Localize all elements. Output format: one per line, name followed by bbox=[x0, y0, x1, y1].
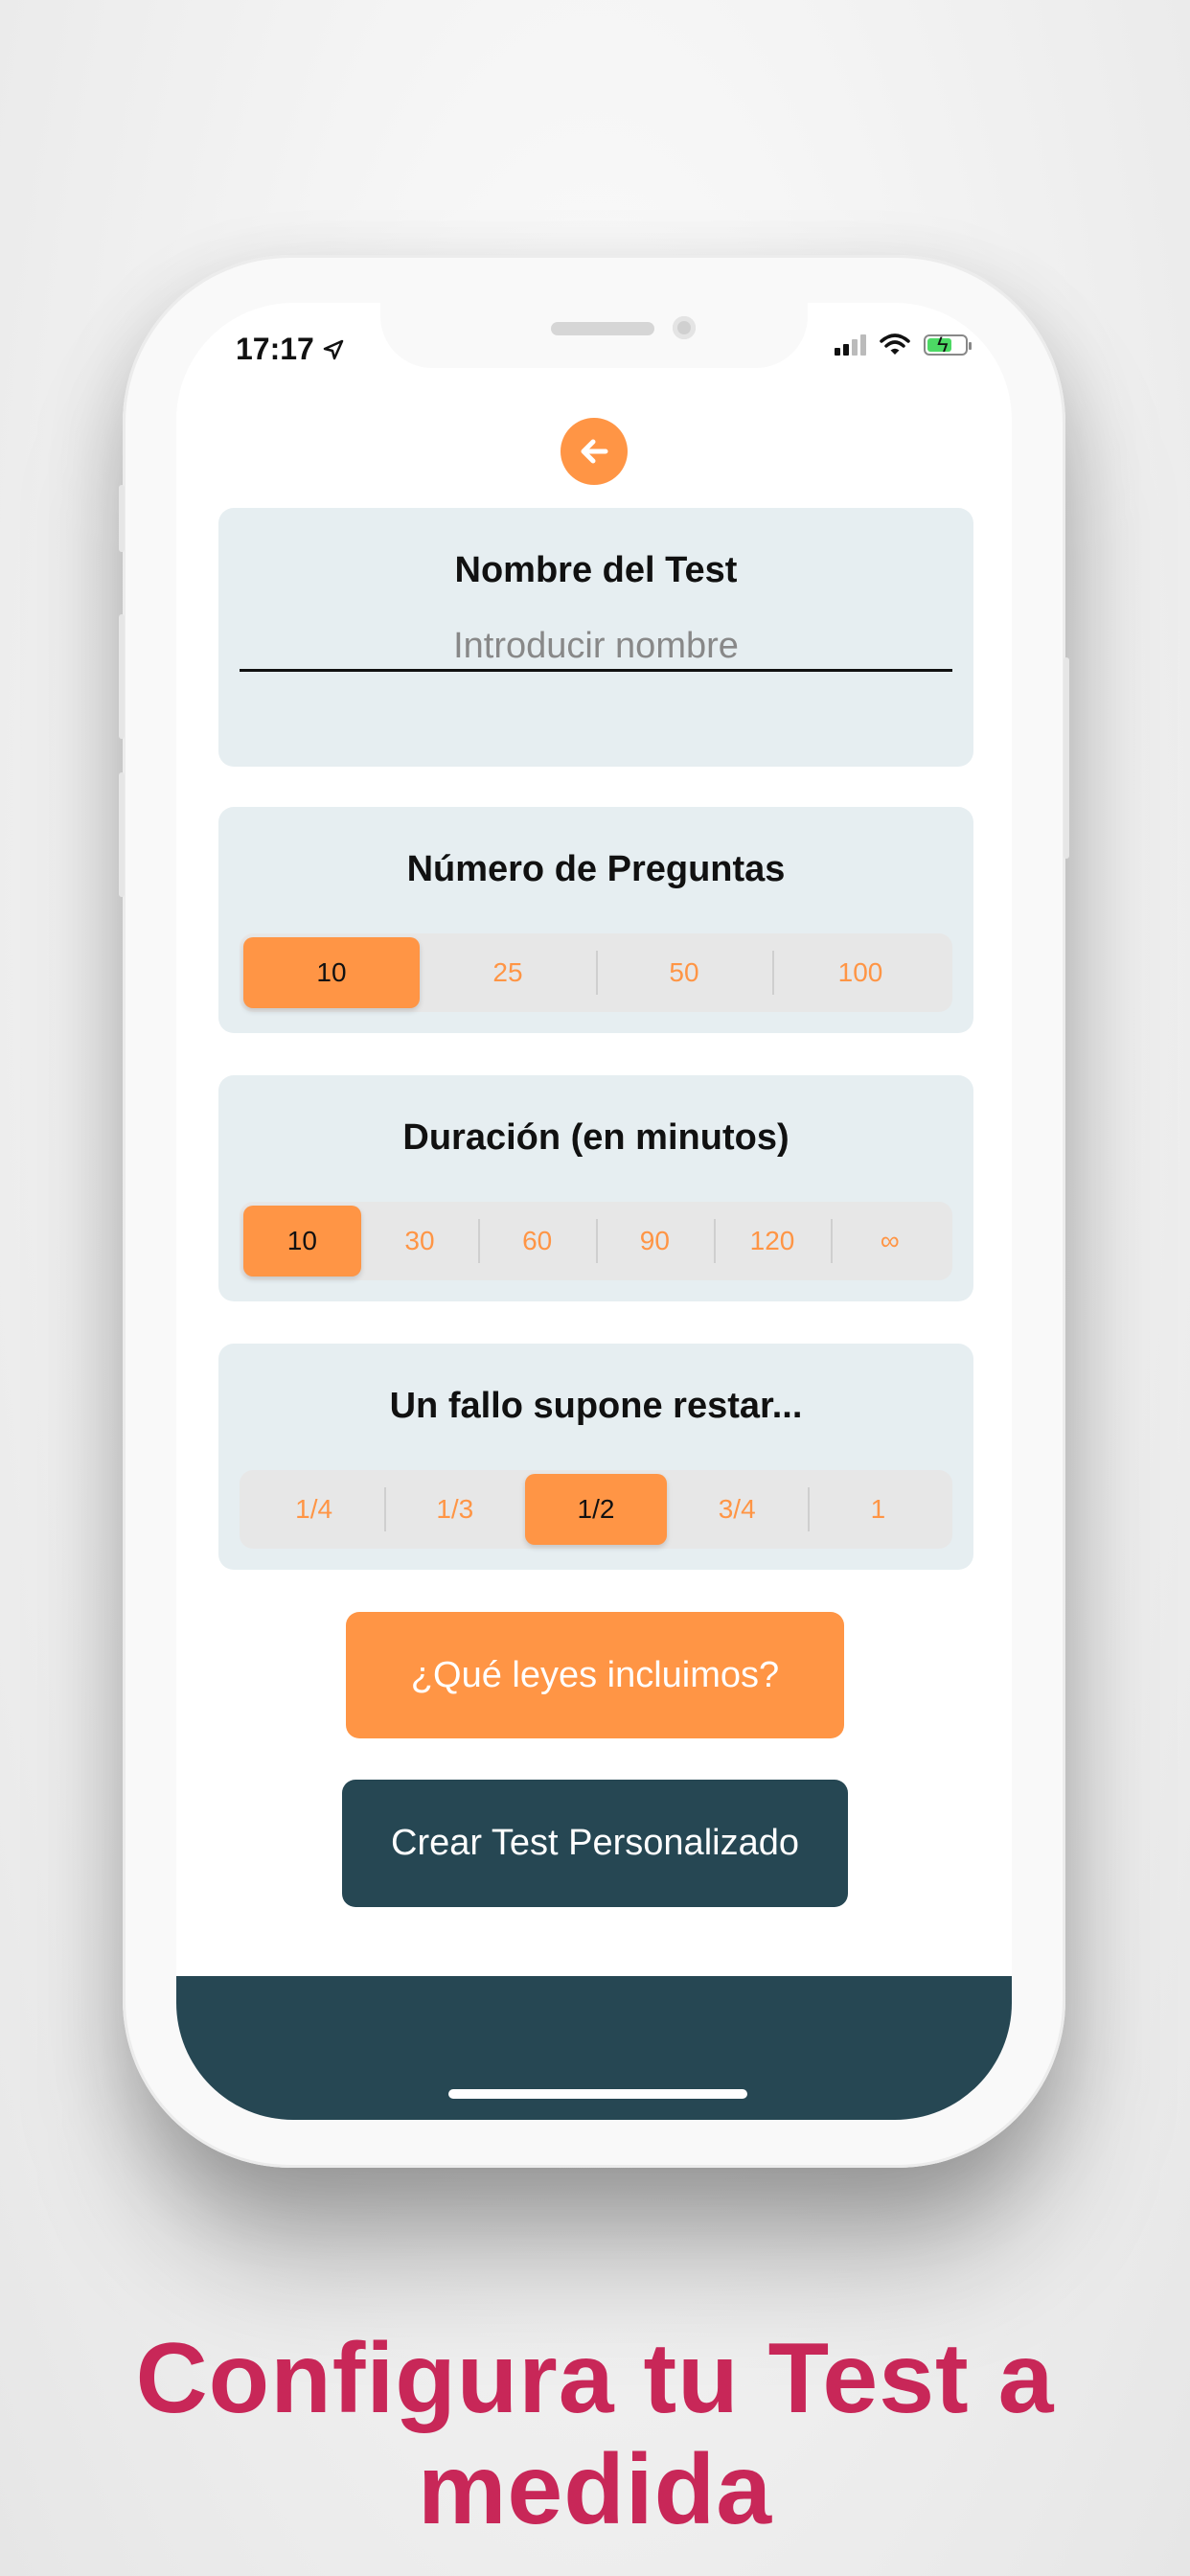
penalty-option[interactable]: 1 bbox=[807, 1474, 949, 1545]
questions-option[interactable]: 50 bbox=[596, 937, 772, 1008]
name-card-title: Nombre del Test bbox=[454, 550, 738, 590]
caption-line-2: medida bbox=[417, 2434, 773, 2545]
duration-option[interactable]: 30 bbox=[361, 1206, 479, 1276]
create-test-button[interactable]: Crear Test Personalizado bbox=[342, 1780, 848, 1907]
laws-button[interactable]: ¿Qué leyes incluimos? bbox=[346, 1612, 844, 1738]
duration-card: Duración (en minutos) 10 30 60 90 120 ∞ bbox=[218, 1075, 973, 1301]
status-time-text: 17:17 bbox=[236, 332, 314, 366]
questions-option[interactable]: 25 bbox=[420, 937, 596, 1008]
charging-bolt-icon: ϟ bbox=[937, 333, 949, 356]
penalty-option[interactable]: 1/2 bbox=[525, 1474, 667, 1545]
caption-line-1: Configura tu Test a bbox=[135, 2323, 1055, 2434]
penalty-card: Un fallo supone restar... 1/4 1/3 1/2 3/… bbox=[218, 1344, 973, 1570]
test-name-input[interactable] bbox=[240, 623, 952, 672]
penalty-option[interactable]: 3/4 bbox=[667, 1474, 808, 1545]
duration-option[interactable]: ∞ bbox=[831, 1206, 949, 1276]
promo-caption: Configura tu Test a medida bbox=[0, 2323, 1190, 2545]
questions-option[interactable]: 100 bbox=[772, 937, 949, 1008]
duration-option[interactable]: 120 bbox=[713, 1206, 832, 1276]
name-card: Nombre del Test bbox=[218, 508, 973, 767]
speaker-grille bbox=[551, 322, 654, 335]
power-button bbox=[1064, 657, 1069, 859]
penalty-option[interactable]: 1/4 bbox=[243, 1474, 384, 1545]
duration-option[interactable]: 10 bbox=[243, 1206, 361, 1276]
volume-up-button bbox=[119, 614, 125, 739]
questions-card-title: Número de Preguntas bbox=[406, 849, 786, 889]
app-screen: 17:17 ϟ Nombre del Test Introducir nombr… bbox=[176, 303, 1012, 2120]
penalty-card-title: Un fallo supone restar... bbox=[389, 1386, 803, 1426]
home-indicator[interactable] bbox=[448, 2089, 747, 2099]
penalty-option[interactable]: 1/3 bbox=[384, 1474, 525, 1545]
phone-frame: 17:17 ϟ Nombre del Test Introducir nombr… bbox=[119, 255, 1069, 2168]
duration-option[interactable]: 60 bbox=[478, 1206, 596, 1276]
volume-down-button bbox=[119, 772, 125, 897]
status-time: 17:17 bbox=[236, 332, 345, 367]
questions-segmented-control: 10 25 50 100 bbox=[240, 933, 952, 1012]
questions-option[interactable]: 10 bbox=[243, 937, 420, 1008]
back-button[interactable] bbox=[561, 418, 628, 485]
duration-card-title: Duración (en minutos) bbox=[402, 1117, 790, 1158]
status-icons: ϟ bbox=[835, 333, 972, 356]
cellular-signal-icon bbox=[835, 334, 866, 356]
questions-card: Número de Preguntas 10 25 50 100 bbox=[218, 807, 973, 1033]
battery-icon: ϟ bbox=[924, 333, 972, 356]
wifi-icon bbox=[880, 334, 910, 355]
mute-switch bbox=[119, 485, 125, 552]
front-camera bbox=[673, 316, 696, 339]
notch bbox=[380, 303, 808, 368]
duration-segmented-control: 10 30 60 90 120 ∞ bbox=[240, 1202, 952, 1280]
penalty-segmented-control: 1/4 1/3 1/2 3/4 1 bbox=[240, 1470, 952, 1549]
arrow-left-icon bbox=[581, 439, 608, 464]
location-arrow-icon bbox=[323, 339, 344, 359]
duration-option[interactable]: 90 bbox=[596, 1206, 714, 1276]
